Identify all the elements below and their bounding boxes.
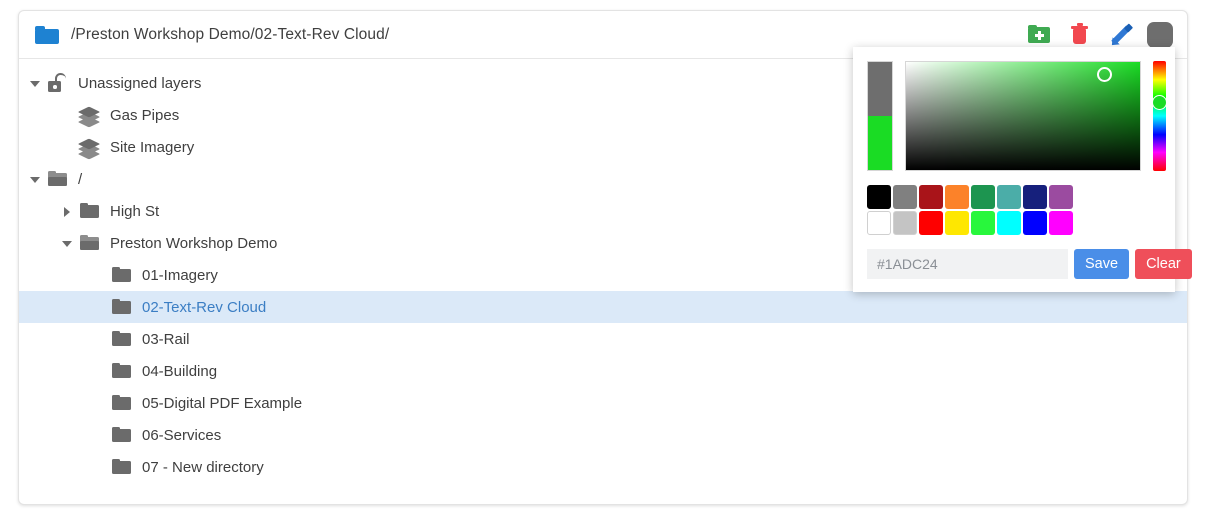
color-swatch[interactable] xyxy=(1049,185,1073,209)
folder-icon xyxy=(111,425,133,445)
folder-icon xyxy=(111,297,133,317)
color-swatch[interactable] xyxy=(945,185,969,209)
saturation-value-area[interactable] xyxy=(905,61,1141,171)
tree-row-label: Unassigned layers xyxy=(78,74,202,92)
color-swatch[interactable] xyxy=(867,211,891,235)
save-button[interactable]: Save xyxy=(1074,249,1130,279)
folder-open-icon xyxy=(47,169,69,189)
folder-open-icon xyxy=(79,233,101,253)
edit-button[interactable] xyxy=(1107,22,1134,49)
tree-row-label: 07 - New directory xyxy=(142,458,264,476)
folder-icon xyxy=(111,393,133,413)
color-picker-top xyxy=(867,61,1167,173)
folder-icon xyxy=(111,457,133,477)
tree-row[interactable]: 02-Text-Rev Cloud xyxy=(19,291,1187,323)
color-swatch[interactable] xyxy=(893,185,917,209)
color-swatch[interactable] xyxy=(945,211,969,235)
color-picker-actions: Save Clear xyxy=(867,249,1192,279)
tree-row-label: Gas Pipes xyxy=(110,106,180,124)
previous-color-preview xyxy=(868,62,892,116)
color-swatch[interactable] xyxy=(919,185,943,209)
folder-icon xyxy=(35,25,59,44)
add-folder-button[interactable] xyxy=(1027,22,1053,48)
preset-swatch-grid xyxy=(867,185,1161,235)
color-swatch[interactable] xyxy=(1049,211,1073,235)
tree-row-label: 04-Building xyxy=(142,362,218,380)
chevron-down-icon[interactable] xyxy=(27,171,43,187)
color-swatch[interactable] xyxy=(971,211,995,235)
new-color-preview xyxy=(868,116,892,170)
color-swatch[interactable] xyxy=(893,211,917,235)
saturation-value-cursor[interactable] xyxy=(1097,67,1113,83)
tree-row-label: 05-Digital PDF Example xyxy=(142,394,303,412)
tree-row[interactable]: 06-Services xyxy=(19,419,1187,451)
layers-icon xyxy=(77,105,101,128)
tree-row-label: 02-Text-Rev Cloud xyxy=(142,298,267,316)
folder-icon xyxy=(111,265,133,285)
folder-icon xyxy=(111,329,133,349)
tree-row-label: 06-Services xyxy=(142,426,222,444)
tree-row-label: / xyxy=(78,170,83,188)
tree-row[interactable]: 04-Building xyxy=(19,355,1187,387)
color-swatch[interactable] xyxy=(919,211,943,235)
color-swatch[interactable] xyxy=(997,185,1021,209)
color-swatch[interactable] xyxy=(971,185,995,209)
tree-row[interactable]: 03-Rail xyxy=(19,323,1187,355)
breadcrumb-path: /Preston Workshop Demo/02-Text-Rev Cloud… xyxy=(71,25,390,43)
clear-button[interactable]: Clear xyxy=(1135,249,1192,279)
chevron-down-icon[interactable] xyxy=(27,75,43,91)
color-swatch[interactable] xyxy=(1023,211,1047,235)
tree-row[interactable]: 07 - New directory xyxy=(19,451,1187,483)
color-swatch[interactable] xyxy=(1023,185,1047,209)
file-browser-panel: /Preston Workshop Demo/02-Text-Rev Cloud… xyxy=(18,10,1192,505)
tree-row[interactable]: 05-Digital PDF Example xyxy=(19,387,1187,419)
tree-row-label: Site Imagery xyxy=(110,138,195,156)
folder-icon xyxy=(79,201,101,221)
chevron-down-icon[interactable] xyxy=(59,235,75,251)
unlock-icon xyxy=(47,73,69,93)
delete-button[interactable] xyxy=(1067,22,1093,48)
color-swatch[interactable] xyxy=(867,185,891,209)
color-swatch[interactable] xyxy=(997,211,1021,235)
toolbar xyxy=(1027,21,1173,49)
folder-icon xyxy=(111,361,133,381)
hex-color-input[interactable] xyxy=(867,249,1068,279)
tree-row-label: Preston Workshop Demo xyxy=(110,234,278,252)
color-preview-strip xyxy=(867,61,893,171)
color-picker-popover: Save Clear xyxy=(853,47,1192,292)
tree-row-label: 01-Imagery xyxy=(142,266,218,284)
chevron-right-icon[interactable] xyxy=(59,203,75,219)
tree-row-label: 03-Rail xyxy=(142,330,190,348)
hue-slider-handle[interactable] xyxy=(1152,95,1167,111)
color-swatch-button[interactable] xyxy=(1147,21,1173,48)
layers-icon xyxy=(77,137,101,160)
hue-slider[interactable] xyxy=(1152,61,1167,171)
tree-row-label: High St xyxy=(110,202,160,220)
